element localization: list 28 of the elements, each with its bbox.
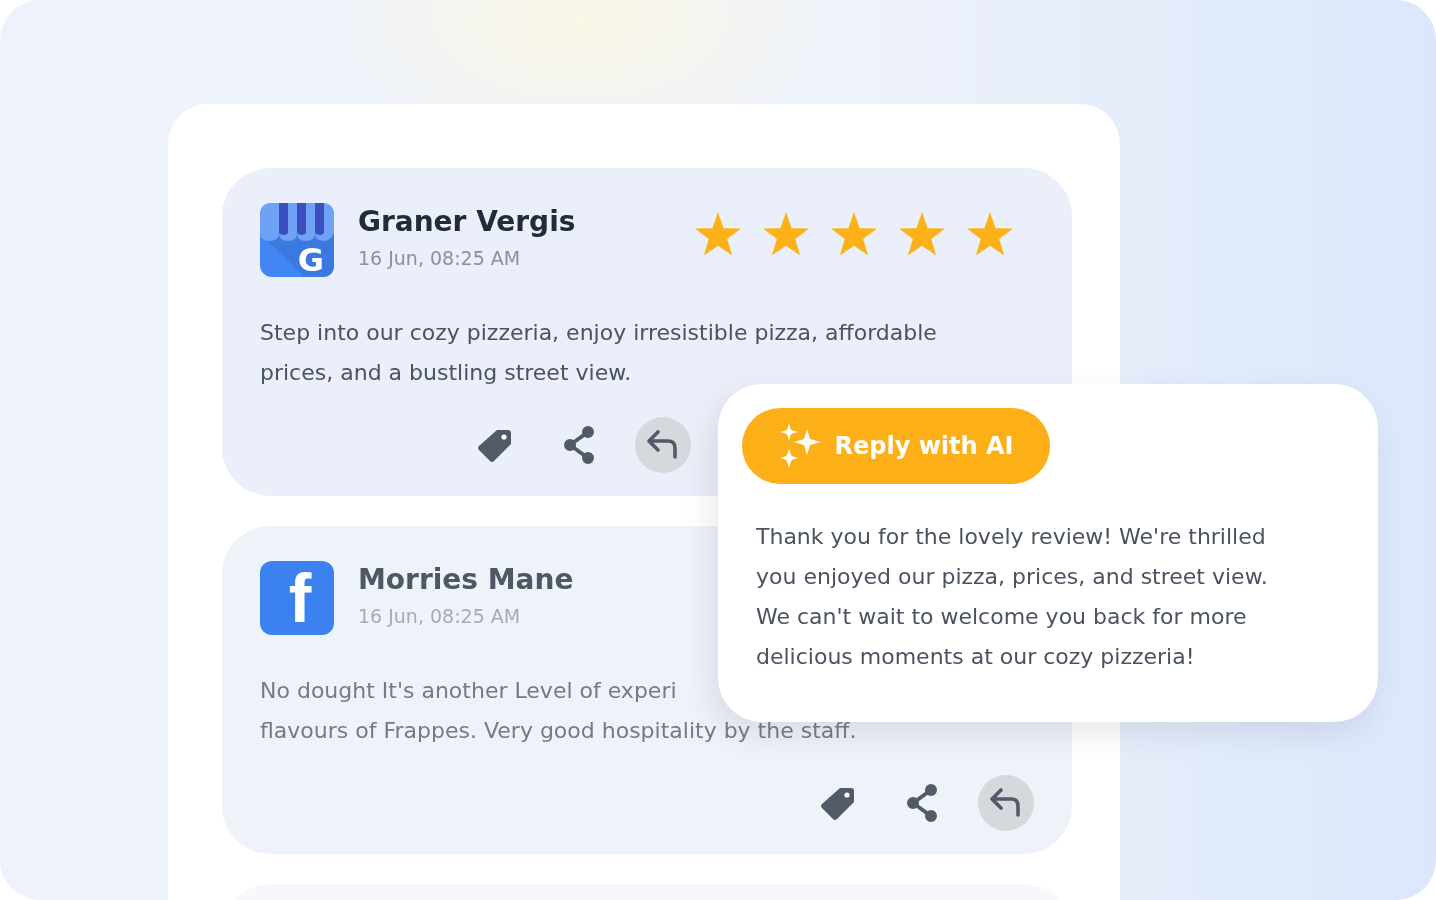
star-icon xyxy=(967,212,1013,256)
tag-icon xyxy=(820,785,856,821)
review-text: prices, and a bustling street view. xyxy=(260,359,632,387)
review-text: Step into our cozy pizzeria, enjoy irresistible pizza, affordable xyxy=(260,319,937,347)
star-icon xyxy=(695,212,741,256)
share-icon xyxy=(905,783,939,823)
reviewer-name: Graner Vergis xyxy=(358,204,576,240)
reply-icon xyxy=(646,429,680,461)
reviewer-name: Morries Mane xyxy=(358,562,574,598)
facebook-logo-icon: f xyxy=(260,561,334,635)
reply-text: you enjoyed our pizza, prices, and street view. xyxy=(756,563,1268,591)
share-icon xyxy=(562,425,596,465)
review-text: flavours of Frappes. Very good hospitality by the staff. xyxy=(260,717,857,745)
star-icon xyxy=(763,212,809,256)
reply-text: We can't wait to welcome you back for more xyxy=(756,603,1247,631)
review-text: No dought It's another Level of experi xyxy=(260,677,677,705)
star-icon xyxy=(899,212,945,256)
star-icon xyxy=(831,212,877,256)
reply-icon xyxy=(989,787,1023,819)
tag-icon xyxy=(477,427,513,463)
review-date: 16 Jun, 08:25 AM xyxy=(358,605,522,627)
review-date: 16 Jun, 08:25 AM xyxy=(358,247,522,269)
store-logo-icon: G xyxy=(260,203,334,277)
reply-text: Thank you for the lovely review! We're thrilled xyxy=(756,523,1266,551)
reply-button[interactable] xyxy=(635,417,691,473)
reply-text: delicious moments at our cozy pizzeria! xyxy=(756,643,1195,671)
reply-button[interactable] xyxy=(978,775,1034,831)
reply-with-ai-button[interactable]: Reply with AI xyxy=(742,408,1050,484)
